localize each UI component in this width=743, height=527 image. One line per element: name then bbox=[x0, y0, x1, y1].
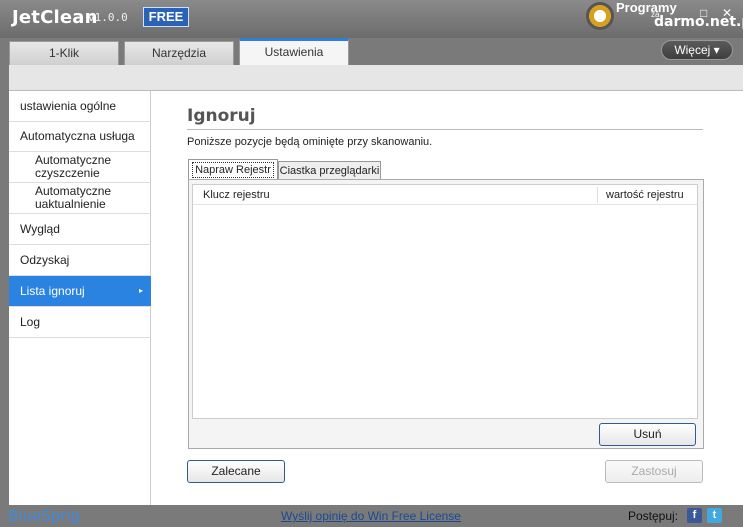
sidebar-item-general[interactable]: ustawienia ogólne bbox=[9, 91, 151, 122]
free-badge: FREE bbox=[143, 7, 189, 27]
sidebar-item-auto-service[interactable]: Automatyczna usługa bbox=[9, 122, 151, 152]
tab-narzedzia[interactable]: Narzędzia bbox=[124, 41, 234, 65]
tab-ustawienia[interactable]: Ustawienia bbox=[239, 38, 349, 65]
tab-registry[interactable]: Napraw Rejestr bbox=[188, 159, 278, 181]
sidebar-item-appearance[interactable]: Wygląd bbox=[9, 214, 151, 245]
tab-1-klik[interactable]: 1-Klik bbox=[9, 41, 119, 65]
column-header-value[interactable]: wartość rejestru bbox=[606, 189, 684, 201]
feedback-link[interactable]: Wyślij opinię do Win Free License bbox=[281, 509, 461, 523]
app-version: v1.0.0 bbox=[88, 11, 128, 24]
title-divider bbox=[187, 129, 703, 130]
main-tabs: 1-Klik Narzędzia Ustawienia Więcej ▾ bbox=[0, 38, 743, 65]
follow-label: Postępuj: bbox=[628, 509, 679, 523]
sidebar-item-label: Lista ignoruj bbox=[20, 284, 85, 298]
sub-toolbar bbox=[9, 65, 743, 91]
more-button[interactable]: Więcej ▾ bbox=[661, 40, 733, 60]
brand-logo: BlueSprig bbox=[8, 507, 81, 525]
sidebar-item-auto-update[interactable]: Automatyczne uaktualnienie bbox=[9, 183, 151, 214]
chevron-right-icon: ▸ bbox=[138, 286, 143, 295]
remove-button[interactable]: Usuń bbox=[599, 423, 696, 446]
recommended-button[interactable]: Zalecane bbox=[187, 460, 285, 483]
footer: BlueSprig Wyślij opinię do Win Free Lice… bbox=[0, 505, 743, 527]
facebook-icon[interactable]: f bbox=[687, 508, 702, 523]
sidebar-item-restore[interactable]: Odzyskaj bbox=[9, 245, 151, 276]
page-description: Poniższe pozycje będą ominięte przy skan… bbox=[187, 136, 433, 148]
tab-registry-label: Napraw Rejestr bbox=[192, 162, 274, 178]
watermark-line1: Programy bbox=[616, 0, 677, 15]
app-window: JetClean v1.0.0 FREE Programy za darmo.n… bbox=[0, 0, 743, 527]
ignore-panel: Klucz rejestru wartość rejestru Usuń bbox=[188, 179, 704, 449]
settings-sidebar: ustawienia ogólne Automatyczna usługa Au… bbox=[9, 91, 151, 505]
watermark-logo: Programy za darmo.net.pl bbox=[584, 0, 743, 34]
close-icon[interactable]: ✕ bbox=[722, 6, 732, 20]
list-header: Klucz rejestru wartość rejestru bbox=[193, 185, 697, 205]
sidebar-item-ignore-list[interactable]: Lista ignoruj ▸ bbox=[9, 276, 151, 307]
sidebar-item-auto-clean[interactable]: Automatyczne czyszczenie bbox=[9, 152, 151, 183]
main-panel: Ignoruj Poniższe pozycje będą ominięte p… bbox=[151, 91, 743, 505]
title-bar[interactable]: JetClean v1.0.0 FREE Programy za darmo.n… bbox=[0, 0, 743, 38]
tab-cookies[interactable]: Ciastka przeglądarki bbox=[278, 161, 381, 181]
apply-button[interactable]: Zastosuj bbox=[605, 460, 703, 483]
sidebar-item-log[interactable]: Log bbox=[9, 307, 151, 338]
minimize-icon[interactable]: _ bbox=[680, 6, 687, 20]
column-header-key[interactable]: Klucz rejestru bbox=[203, 189, 270, 201]
maximize-icon[interactable]: □ bbox=[700, 6, 707, 20]
ignore-list[interactable]: Klucz rejestru wartość rejestru bbox=[192, 184, 698, 419]
gear-logo-icon bbox=[586, 2, 614, 30]
twitter-icon[interactable]: t bbox=[707, 508, 722, 523]
app-title: JetClean bbox=[12, 7, 98, 28]
column-divider[interactable] bbox=[597, 187, 598, 203]
page-title: Ignoruj bbox=[187, 106, 256, 126]
